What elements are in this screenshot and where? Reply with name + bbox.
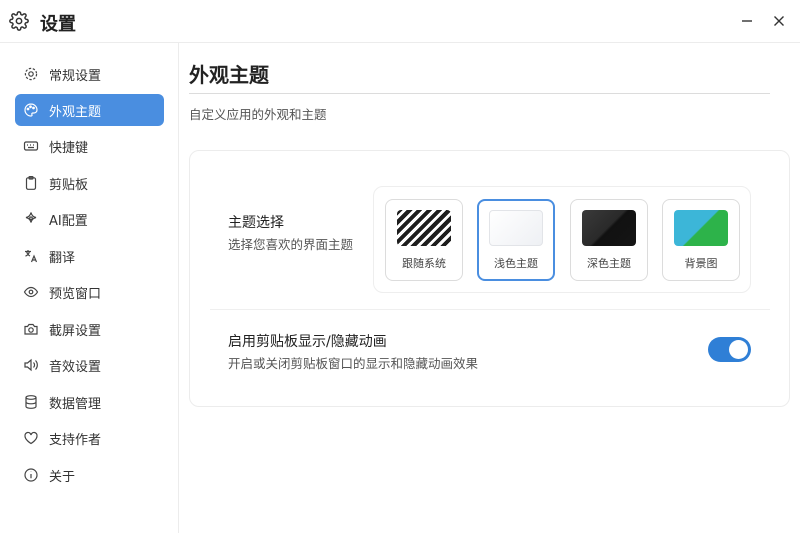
minimize-button[interactable]	[738, 12, 756, 30]
sidebar-item-appearance[interactable]: 外观主题	[15, 94, 164, 126]
heart-icon	[24, 431, 38, 445]
sidebar-item-clipboard[interactable]: 剪贴板	[15, 167, 164, 199]
animation-toggle[interactable]	[708, 337, 751, 362]
sidebar-item-label: 数据管理	[49, 397, 102, 412]
toggle-knob	[729, 340, 748, 359]
system-theme-swatch	[397, 210, 451, 246]
sidebar-item-preview[interactable]: 预览窗口	[15, 276, 164, 308]
theme-option-background-image[interactable]: 背景图	[662, 199, 740, 281]
sidebar-item-translate[interactable]: 翻译	[15, 240, 164, 272]
sidebar-item-label: 音效设置	[49, 360, 102, 375]
keyboard-icon	[23, 141, 39, 151]
light-theme-swatch	[489, 210, 543, 246]
title-bar: 设置	[0, 0, 800, 43]
page-title: 外观主题	[189, 63, 269, 87]
animation-section-desc: 开启或关闭剪贴板窗口的显示和隐藏动画效果	[228, 356, 479, 371]
camera-icon	[24, 323, 38, 335]
sidebar-item-label: AI配置	[49, 214, 88, 229]
sidebar-item-label: 外观主题	[49, 105, 102, 120]
sidebar-item-general[interactable]: 常规设置	[15, 58, 164, 90]
gear-icon	[24, 67, 38, 81]
main-content: 外观主题 自定义应用的外观和主题 主题选择 选择您喜欢的界面主题 跟随系统 浅色…	[180, 43, 800, 533]
sidebar: 常规设置 外观主题 快捷键 剪贴板 AI配置 翻译 预览窗口 截屏设置 音效设置…	[0, 43, 179, 533]
theme-options: 跟随系统 浅色主题 深色主题 背景图	[373, 186, 751, 293]
dark-theme-swatch	[582, 210, 636, 246]
sidebar-item-support[interactable]: 支持作者	[15, 422, 164, 454]
info-icon	[24, 468, 38, 482]
sidebar-item-about[interactable]: 关于	[15, 459, 164, 491]
theme-section-desc: 选择您喜欢的界面主题	[228, 237, 354, 252]
sidebar-item-shortcuts[interactable]: 快捷键	[15, 130, 164, 162]
sidebar-item-ai[interactable]: AI配置	[15, 203, 164, 235]
gear-icon	[9, 11, 29, 31]
eye-icon	[23, 286, 39, 298]
theme-option-light[interactable]: 浅色主题	[477, 199, 555, 281]
sidebar-item-label: 截屏设置	[49, 324, 102, 339]
database-icon	[25, 395, 37, 409]
sidebar-item-screenshot[interactable]: 截屏设置	[15, 313, 164, 345]
animation-section-title: 启用剪贴板显示/隐藏动画	[228, 334, 387, 350]
page-subtitle: 自定义应用的外观和主题	[189, 107, 327, 122]
theme-option-label: 深色主题	[587, 257, 631, 270]
sidebar-item-label: 快捷键	[49, 141, 89, 156]
palette-icon	[24, 103, 38, 117]
background-image-swatch	[674, 210, 728, 246]
sidebar-item-sound[interactable]: 音效设置	[15, 349, 164, 381]
sidebar-item-label: 翻译	[49, 251, 76, 266]
settings-card: 主题选择 选择您喜欢的界面主题 跟随系统 浅色主题 深色主题 背景图 启用剪贴板…	[189, 150, 790, 407]
title-divider	[189, 93, 770, 94]
theme-section-title: 主题选择	[228, 215, 284, 231]
close-button[interactable]	[770, 12, 788, 30]
clipboard-icon	[25, 176, 37, 190]
sidebar-item-label: 预览窗口	[49, 287, 102, 302]
translate-icon	[25, 250, 38, 263]
sidebar-item-label: 常规设置	[49, 69, 102, 84]
section-divider	[210, 309, 770, 310]
theme-option-system[interactable]: 跟随系统	[385, 199, 463, 281]
sidebar-item-data[interactable]: 数据管理	[15, 386, 164, 418]
ai-icon	[25, 212, 37, 223]
sidebar-item-label: 关于	[49, 470, 76, 485]
theme-option-label: 背景图	[684, 257, 718, 270]
theme-option-dark[interactable]: 深色主题	[570, 199, 648, 281]
window-title: 设置	[40, 14, 76, 35]
theme-option-label: 浅色主题	[494, 257, 538, 270]
sidebar-item-label: 支持作者	[49, 433, 102, 448]
speaker-icon	[24, 358, 38, 372]
sidebar-item-label: 剪贴板	[49, 178, 89, 193]
theme-option-label: 跟随系统	[402, 257, 446, 270]
